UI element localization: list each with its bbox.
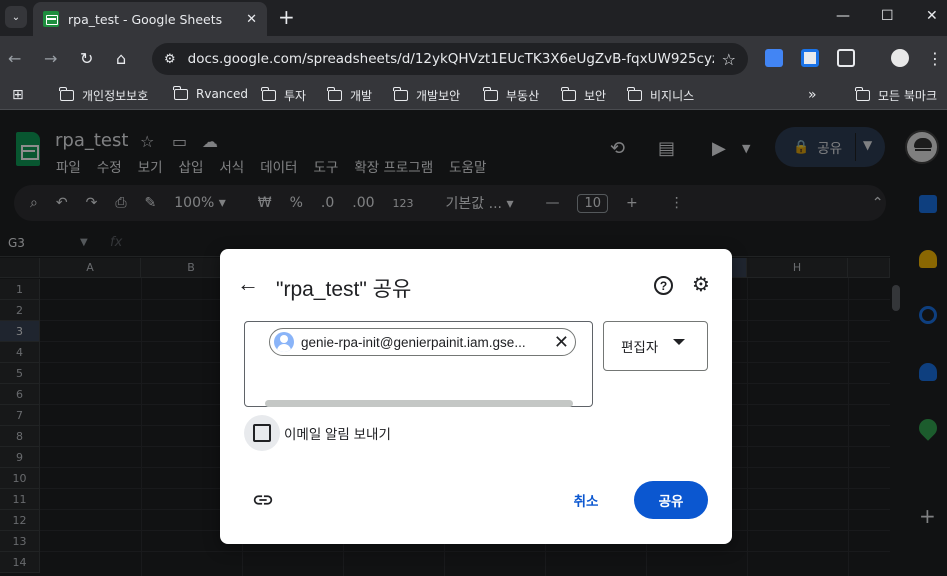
recipients-field[interactable]: genie-rpa-init@genierpainit.iam.gse... ✕ <box>244 321 593 407</box>
folder-icon <box>327 87 342 101</box>
dropdown-caret-icon <box>673 339 685 345</box>
bookmark-label: 보안 <box>584 89 607 103</box>
extension-icon[interactable] <box>801 49 819 67</box>
notify-label: 이메일 알림 보내기 <box>284 427 391 442</box>
bookmark-label: 개발 <box>350 89 373 103</box>
bookmark-folder[interactable]: 부동산 <box>483 87 540 104</box>
bookmarks-overflow-icon[interactable]: » <box>808 87 817 103</box>
minimize-button[interactable]: — <box>836 8 850 24</box>
notify-checkbox[interactable] <box>253 424 271 442</box>
url-text[interactable]: docs.google.com/spreadsheets/d/12ykQHVzt… <box>188 51 714 67</box>
share-dialog: ← "rpa_test" 공유 ? ⚙ genie-rpa-init@genie… <box>220 249 732 544</box>
recipient-email: genie-rpa-init@genierpainit.iam.gse... <box>301 334 526 350</box>
back-icon[interactable]: ← <box>8 49 21 68</box>
notify-checkbox-wrapper[interactable] <box>244 415 280 451</box>
folder-icon <box>627 87 642 101</box>
sheets-favicon-icon <box>43 11 59 27</box>
help-icon[interactable]: ? <box>654 276 673 295</box>
folder-icon <box>855 87 870 101</box>
extensions-puzzle-icon[interactable] <box>837 49 855 67</box>
folder-icon <box>393 87 408 101</box>
bookmark-folder[interactable]: 개발 <box>327 87 373 104</box>
url-path: /spreadsheets/d/12ykQHVzt1EUcTK3X6eUgZvB… <box>302 51 714 67</box>
role-value: 편집자 <box>621 340 659 355</box>
folder-icon <box>59 87 74 101</box>
bookmark-label: 부동산 <box>506 89 540 103</box>
folder-icon <box>261 87 276 101</box>
tab-title: rpa_test - Google Sheets <box>68 11 223 27</box>
url-host: docs.google.com <box>187 51 303 67</box>
bookmark-folder[interactable]: 개발보안 <box>393 87 461 104</box>
recipient-chip[interactable]: genie-rpa-init@genierpainit.iam.gse... ✕ <box>269 328 576 356</box>
bookmark-label: 비지니스 <box>650 89 695 103</box>
role-select[interactable]: 편집자 <box>603 321 708 371</box>
home-icon[interactable]: ⌂ <box>116 49 126 68</box>
tab-search-button[interactable]: ⌄ <box>5 6 27 28</box>
profile-avatar-icon[interactable] <box>891 49 909 67</box>
bookmark-folder[interactable]: Rvanced <box>173 85 248 101</box>
bookmark-label: 개발보안 <box>416 89 461 103</box>
more-menu-icon[interactable]: ⋮ <box>927 49 943 68</box>
recipients-scrollbar[interactable] <box>265 400 573 407</box>
bookmark-label: Rvanced <box>196 87 248 101</box>
all-bookmarks-folder[interactable]: 모든 북마크 <box>855 87 938 104</box>
folder-icon <box>483 87 498 101</box>
back-arrow-icon[interactable]: ← <box>236 271 260 296</box>
bookmark-star-icon[interactable]: ☆ <box>722 50 736 69</box>
tab-close-icon[interactable]: ✕ <box>246 12 257 27</box>
site-settings-icon[interactable]: ⚙ <box>164 52 176 67</box>
browser-tab-strip: ⌄ rpa_test - Google Sheets ✕ + — ☐ ✕ <box>0 0 947 36</box>
settings-gear-icon[interactable]: ⚙ <box>692 274 710 296</box>
translate-extension-icon[interactable] <box>765 49 783 67</box>
bookmark-folder[interactable]: 투자 <box>261 87 307 104</box>
close-window-button[interactable]: ✕ <box>926 8 938 24</box>
reload-icon[interactable]: ↻ <box>80 49 93 68</box>
bookmarks-bar: ⊞ 개인정보보호 Rvanced 투자 개발 개발보안 부동산 보안 비지니스 … <box>0 82 947 110</box>
copy-link-icon[interactable] <box>252 489 274 511</box>
bookmark-folder[interactable]: 개인정보보호 <box>59 87 149 104</box>
folder-icon <box>173 85 188 100</box>
notify-option[interactable]: 이메일 알림 보내기 <box>244 415 391 451</box>
bookmark-label: 모든 북마크 <box>878 89 938 103</box>
person-avatar-icon <box>274 332 294 352</box>
bookmark-label: 투자 <box>284 89 307 103</box>
bookmark-folder[interactable]: 보안 <box>561 87 607 104</box>
forward-icon[interactable]: → <box>44 49 57 68</box>
apps-grid-icon[interactable]: ⊞ <box>12 87 24 103</box>
remove-recipient-icon[interactable]: ✕ <box>554 332 569 352</box>
dialog-title: "rpa_test" 공유 <box>276 278 412 301</box>
cancel-button[interactable]: 취소 <box>558 481 614 519</box>
folder-icon <box>561 87 576 101</box>
bookmark-label: 개인정보보호 <box>82 89 149 103</box>
omnibox[interactable]: ⚙ docs.google.com/spreadsheets/d/12ykQHV… <box>152 43 748 75</box>
address-bar-row: ← → ↻ ⌂ ⚙ docs.google.com/spreadsheets/d… <box>0 36 947 82</box>
bookmark-folder[interactable]: 비지니스 <box>627 87 695 104</box>
share-submit-button[interactable]: 공유 <box>634 481 708 519</box>
maximize-button[interactable]: ☐ <box>881 8 894 24</box>
browser-tab[interactable]: rpa_test - Google Sheets ✕ <box>33 2 267 36</box>
new-tab-button[interactable]: + <box>278 6 295 28</box>
